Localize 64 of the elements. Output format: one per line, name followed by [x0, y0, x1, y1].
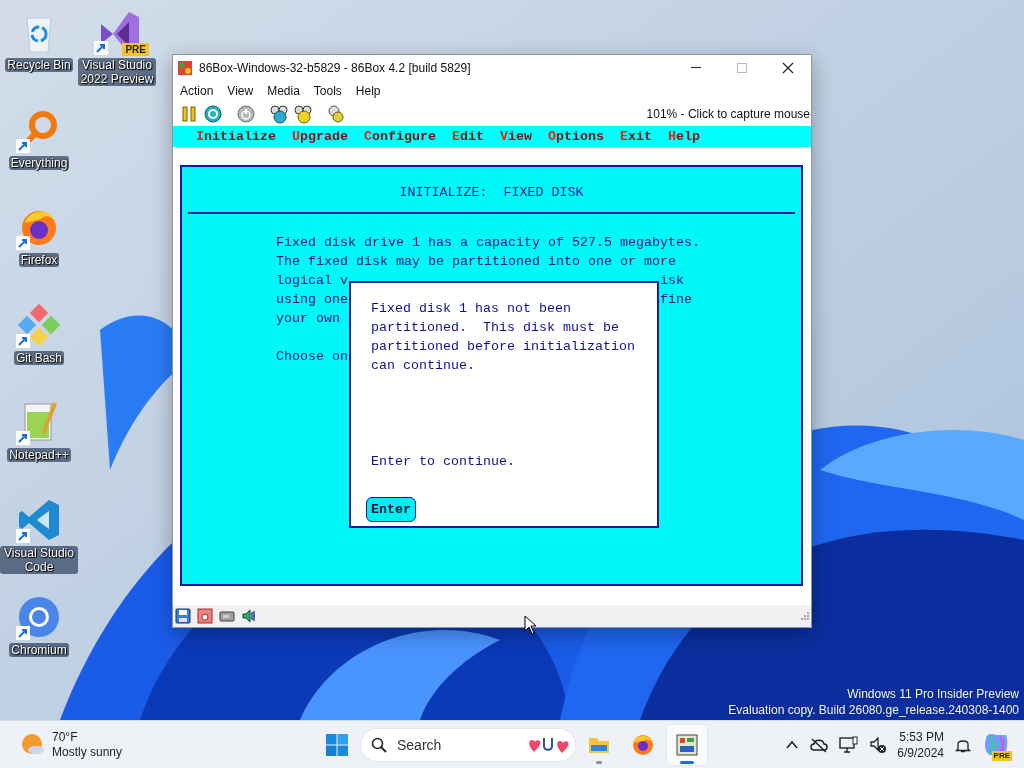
search-bar[interactable]: Search [361, 728, 575, 761]
dos-menu-item[interactable]: Options [548, 129, 604, 144]
temperature-text[interactable]: 70°F [52, 729, 123, 745]
resize-grip-icon [801, 612, 809, 620]
menu-item[interactable]: Tools [306, 84, 349, 98]
desktop-icon-label[interactable]: Visual Studio 2022 Preview [78, 58, 156, 86]
desktop-icon-label[interactable]: Chromium [9, 643, 69, 657]
app-icon [177, 60, 193, 76]
dos-menu-item[interactable]: Help [668, 129, 700, 144]
circuit-board-taskbar-button[interactable] [667, 724, 707, 765]
body-text: your own [276, 311, 340, 326]
cloud-off-icon[interactable] [809, 736, 830, 753]
window-title: 86Box-Windows-32-b5829 - 86Box 4.2 [build 5829] [199, 61, 472, 75]
maximize-icon [736, 62, 748, 74]
desktop-icon-label[interactable]: Notepad++ [7, 448, 71, 462]
search-icon [371, 736, 387, 753]
edition-notice: Evaluation copy. Build 26080.ge_release.240308-1400 [728, 702, 1019, 718]
edition-notice: Windows 11 Pro Insider Preview [846, 686, 1019, 702]
hard-drive-icon[interactable] [219, 608, 235, 624]
dos-menu-item[interactable]: Configure [364, 129, 436, 144]
close-icon [782, 62, 794, 74]
menu-item[interactable]: View [220, 84, 261, 98]
speaker-icon[interactable] [241, 608, 257, 624]
dos-menu-item[interactable]: Edit [452, 129, 484, 144]
menu-item[interactable]: Help [348, 84, 388, 98]
circuit-board-icon [675, 732, 699, 757]
disk-drive-icon[interactable] [197, 608, 213, 624]
body-text: isk [660, 272, 684, 290]
menu-item[interactable]: Media [260, 84, 307, 98]
dos-menu-item[interactable]: View [500, 129, 532, 144]
icon-badge: PRE [991, 750, 1012, 761]
enter-button[interactable]: Enter [366, 497, 416, 522]
search-input[interactable]: Search [395, 735, 519, 754]
reset-icon[interactable] [203, 103, 223, 124]
desktop-icon-label[interactable]: Git Bash [14, 350, 64, 365]
dialog-message: Fixed disk 1 has not been partitioned. This disk must be partitioned before initialization can continue. [371, 300, 636, 375]
icon-badge: PRE [122, 43, 149, 56]
menu-item[interactable]: Action [173, 84, 221, 98]
network-icon[interactable] [839, 735, 860, 754]
screen-heading: INITIALIZE: FIXED DISK [398, 184, 585, 202]
clock-time[interactable]: 5:53 PM [899, 728, 944, 745]
body-text: using one [276, 292, 348, 307]
body-text: Choose on [276, 349, 348, 364]
weather-condition[interactable]: Mostly sunny [52, 744, 123, 760]
pause-icon[interactable] [179, 103, 199, 124]
globe-icon [631, 732, 655, 757]
keyboard-keys-icon[interactable] [293, 103, 313, 124]
desktop-icon-label[interactable]: Recycle Bin [5, 58, 73, 72]
body-text: logical v [276, 273, 348, 288]
desktop-icon-label[interactable]: Visual Studio Code [0, 545, 78, 574]
dos-menu-item[interactable]: Initialize [196, 129, 276, 144]
body-text: Fixed disk drive 1 has a capacity of 527.5 megabytes. [276, 235, 700, 250]
power-icon[interactable] [236, 103, 256, 124]
windows-logo-icon [325, 732, 349, 757]
dialog-prompt: Enter to continue. [371, 453, 516, 471]
body-text: fine [660, 291, 692, 309]
keyboard-keys-icon[interactable] [269, 103, 289, 124]
dos-menu-item[interactable]: Upgrade [292, 129, 348, 144]
settings-icon[interactable] [326, 103, 346, 124]
speaker-muted-icon[interactable] [869, 735, 888, 754]
dos-menu-item[interactable]: Exit [620, 129, 652, 144]
body-text: The fixed disk may be partitioned into one or more [276, 254, 676, 269]
clock-date[interactable]: 6/9/2024 [897, 744, 944, 761]
status-text: 101% - Click to capture mouse [646, 106, 810, 121]
